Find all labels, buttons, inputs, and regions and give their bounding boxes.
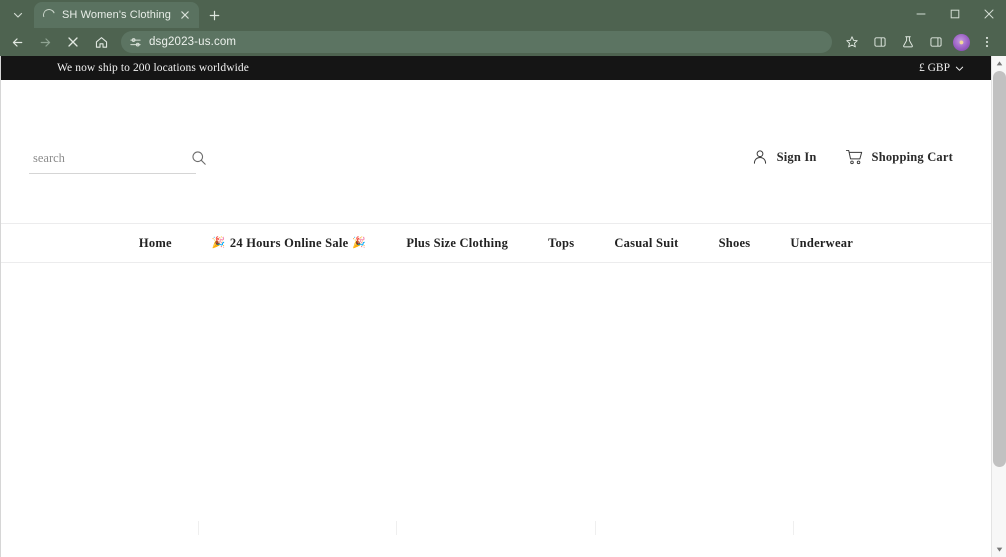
page-viewport: We now ship to 200 locations worldwide £… xyxy=(0,56,1006,557)
search-button[interactable] xyxy=(189,150,209,166)
party-popper-icon: 🎉 xyxy=(211,236,226,249)
search-input[interactable] xyxy=(29,150,189,166)
main-navigation: Home 🎉 24 Hours Online Sale 🎉 Plus Size … xyxy=(1,223,991,263)
nav-label: Underwear xyxy=(790,235,854,250)
url-text: dsg2023-us.com xyxy=(149,36,237,48)
scroll-down-button[interactable] xyxy=(992,542,1006,557)
sign-in-link[interactable]: Sign In xyxy=(751,148,817,166)
browser-menu-button[interactable] xyxy=(974,30,1000,54)
grid-column xyxy=(397,521,596,535)
minimize-button[interactable] xyxy=(904,0,938,28)
close-window-button[interactable] xyxy=(972,0,1006,28)
scroll-up-button[interactable] xyxy=(992,56,1006,71)
window-controls xyxy=(904,0,1006,28)
announcement-bar: We now ship to 200 locations worldwide £… xyxy=(1,56,991,80)
nav-label: Tops xyxy=(548,235,575,250)
sign-in-label: Sign In xyxy=(776,149,817,164)
star-icon xyxy=(846,36,858,48)
close-window-icon xyxy=(984,9,994,19)
chevron-down-icon xyxy=(955,66,964,71)
chevron-down-icon xyxy=(13,12,23,18)
stop-loading-button[interactable] xyxy=(60,30,86,54)
party-popper-icon: 🎉 xyxy=(352,236,367,249)
grid-column xyxy=(1,521,200,535)
nav-item-underwear[interactable]: Underwear xyxy=(770,236,873,251)
browser-tab[interactable]: SH Women's Clothing xyxy=(34,2,199,28)
tab-strip: SH Women's Clothing xyxy=(0,0,1006,28)
scrollbar-thumb[interactable] xyxy=(992,71,1006,467)
nav-label: Casual Suit xyxy=(614,235,679,250)
shopping-cart-label: Shopping Cart xyxy=(871,149,953,164)
cart-icon xyxy=(845,148,864,166)
currency-selector[interactable]: £ GBP xyxy=(919,56,964,80)
user-icon xyxy=(751,148,769,166)
back-button[interactable] xyxy=(4,30,30,54)
nav-item-tops[interactable]: Tops xyxy=(528,236,594,251)
caret-up-icon xyxy=(996,61,1002,66)
plus-icon xyxy=(210,10,220,20)
stop-icon xyxy=(68,37,78,47)
bookmark-button[interactable] xyxy=(839,30,865,54)
flask-icon xyxy=(903,36,913,48)
user-glyph xyxy=(753,150,766,164)
tune-icon xyxy=(130,37,141,47)
home-icon xyxy=(95,36,107,48)
page-content xyxy=(1,263,991,535)
maximize-icon xyxy=(950,9,960,19)
tab-title: SH Women's Clothing xyxy=(62,9,171,21)
arrow-right-icon xyxy=(40,37,50,47)
nav-item-plus-size-clothing[interactable]: Plus Size Clothing xyxy=(386,236,528,251)
nav-label: 24 Hours Online Sale xyxy=(229,235,349,250)
nav-label: Plus Size Clothing xyxy=(406,235,509,250)
profile-avatar[interactable]: ● xyxy=(953,33,970,51)
labs-button[interactable] xyxy=(895,30,921,54)
loading-spinner-icon xyxy=(41,7,57,23)
avatar-glyph: ● xyxy=(958,36,965,47)
nav-item-24-hours-online-sale[interactable]: 🎉 24 Hours Online Sale 🎉 xyxy=(192,236,386,251)
grid-column xyxy=(794,521,991,535)
address-bar[interactable]: dsg2023-us.com xyxy=(121,31,832,53)
new-tab-button[interactable] xyxy=(203,3,227,27)
close-icon[interactable] xyxy=(178,8,193,23)
nav-item-shoes[interactable]: Shoes xyxy=(699,236,771,251)
page-scrollbar[interactable] xyxy=(991,56,1006,557)
browser-window: SH Women's Clothing dsg2023-us.com ● We … xyxy=(0,0,1006,557)
currency-label: £ GBP xyxy=(919,62,950,74)
home-button[interactable] xyxy=(88,30,114,54)
product-grid-placeholder xyxy=(1,521,991,535)
tab-search-button[interactable] xyxy=(4,4,32,26)
scrollbar-track[interactable] xyxy=(992,71,1006,542)
web-page: We now ship to 200 locations worldwide £… xyxy=(0,56,991,557)
site-header: Sign In Shopping Cart xyxy=(1,80,991,223)
shopping-cart-link[interactable]: Shopping Cart xyxy=(845,148,953,166)
site-settings-icon[interactable] xyxy=(129,36,142,49)
search-box[interactable] xyxy=(29,150,206,174)
forward-button[interactable] xyxy=(32,30,58,54)
grid-column xyxy=(199,521,398,535)
maximize-button[interactable] xyxy=(938,0,972,28)
kebab-menu-icon xyxy=(985,36,989,48)
minimize-icon xyxy=(916,13,926,15)
cart-glyph xyxy=(845,149,862,165)
side-panel-icon xyxy=(930,37,942,47)
header-account-area: Sign In Shopping Cart xyxy=(751,148,953,166)
close-glyph xyxy=(181,11,190,19)
caret-down-icon xyxy=(996,547,1002,552)
announcement-text: We now ship to 200 locations worldwide xyxy=(57,62,249,74)
arrow-left-icon xyxy=(12,37,22,47)
browser-toolbar: dsg2023-us.com ● xyxy=(0,28,1006,56)
split-screen-icon xyxy=(874,37,886,47)
search-icon xyxy=(192,151,206,165)
side-panel-button[interactable] xyxy=(923,30,949,54)
nav-item-home[interactable]: Home xyxy=(119,236,192,251)
split-screen-button[interactable] xyxy=(867,30,893,54)
grid-column xyxy=(596,521,794,535)
nav-label: Home xyxy=(138,235,172,250)
nav-label: Shoes xyxy=(718,235,751,250)
nav-item-casual-suit[interactable]: Casual Suit xyxy=(594,236,698,251)
